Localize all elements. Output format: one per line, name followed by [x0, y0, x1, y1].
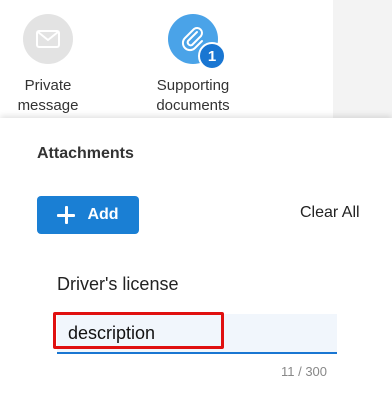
description-input[interactable]	[68, 314, 328, 352]
supporting-documents-button[interactable]: 1 Supporting documents	[138, 14, 248, 116]
private-message-icon-circle	[23, 14, 73, 64]
description-field[interactable]	[57, 314, 337, 354]
supporting-documents-label: Supporting documents	[156, 77, 230, 114]
plus-icon	[57, 206, 76, 224]
attachment-name: Driver's license	[57, 274, 179, 294]
attachments-panel: Attachments Add Clear All Driver's licen…	[0, 118, 392, 418]
add-button-label: Add	[87, 206, 119, 223]
count-badge: 1	[198, 42, 226, 70]
private-message-label: Private message	[17, 77, 79, 114]
add-attachment-button[interactable]: Add	[37, 196, 139, 234]
clear-all-button[interactable]: Clear All	[300, 204, 360, 222]
attachments-title: Attachments	[37, 145, 134, 162]
supporting-documents-icon-circle: 1	[168, 14, 226, 70]
character-counter: 11 / 300	[281, 364, 328, 379]
envelope-icon	[36, 30, 60, 48]
action-bar: Private message 1 Supporting documents	[0, 0, 333, 118]
private-message-button[interactable]: Private message	[0, 14, 103, 116]
